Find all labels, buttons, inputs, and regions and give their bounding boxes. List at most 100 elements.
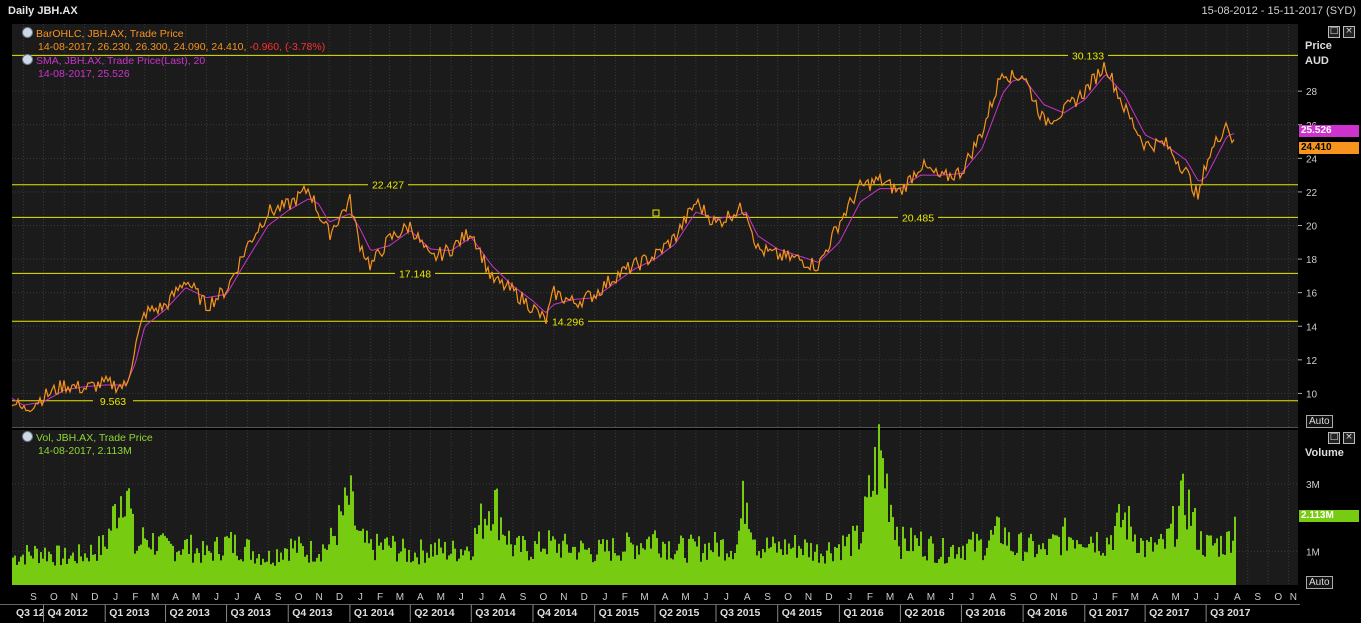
month-tick-label: S (1010, 592, 1017, 603)
price-auto-button[interactable]: Auto (1306, 415, 1333, 428)
month-tick-label: J (459, 592, 464, 603)
month-tick-label: J (113, 592, 118, 603)
month-tick-label: S (30, 592, 37, 603)
month-tick-label: J (214, 592, 219, 603)
month-tick-label: J (234, 592, 239, 603)
month-tick-label: M (192, 592, 200, 603)
month-tick-label: M (1131, 592, 1139, 603)
price-level-label[interactable]: 17.148 (399, 268, 431, 280)
price-tick-label: 28 (1306, 87, 1318, 98)
volume-tick-label: 3M (1306, 480, 1320, 491)
circle-icon[interactable] (22, 54, 33, 65)
quarter-label: Q2 2017 (1149, 607, 1189, 619)
circle-icon[interactable] (22, 27, 33, 38)
price-tick-label: 16 (1306, 289, 1318, 300)
circle-icon[interactable] (22, 431, 33, 442)
month-tick-label: O (1274, 592, 1282, 603)
legend-volume-name: Vol, JBH.AX, Trade Price (36, 432, 153, 444)
month-tick-label: D (581, 592, 588, 603)
price-tick-label: 20 (1306, 222, 1318, 233)
month-tick-label: M (396, 592, 404, 603)
legend-ohlc-name: BarOHLC, JBH.AX, Trade Price (36, 28, 184, 40)
price-level-label[interactable]: 22.427 (372, 180, 404, 192)
quarter-label: Q1 2013 (109, 607, 149, 619)
price-level-label[interactable]: 14.296 (552, 316, 584, 328)
quarter-label: Q4 2012 (48, 607, 88, 619)
month-tick-label: A (172, 592, 179, 603)
quarter-label: Q2 2015 (659, 607, 699, 619)
month-tick-label: A (1152, 592, 1159, 603)
month-tick-label: D (1071, 592, 1078, 603)
sma-last-tag: 25.526 (1299, 125, 1359, 137)
month-tick-label: M (681, 592, 689, 603)
price-tick-label: 24 (1306, 154, 1318, 165)
quarter-label: Q2 2016 (904, 607, 944, 619)
month-tick-label: N (805, 592, 812, 603)
month-tick-label: O (50, 592, 58, 603)
legend-volume-values: 14-08-2017, 2.113M (38, 445, 132, 457)
month-tick-label: S (275, 592, 282, 603)
month-tick-label: F (1112, 592, 1118, 603)
month-tick-label: A (254, 592, 261, 603)
month-tick-label: J (1093, 592, 1098, 603)
month-tick-label: A (989, 592, 996, 603)
quarter-label: Q1 2017 (1089, 607, 1129, 619)
month-tick-label: N (560, 592, 567, 603)
quarter-label: Q3 12 (16, 607, 45, 619)
month-tick-label: D (336, 592, 343, 603)
month-tick-label: F (867, 592, 873, 603)
month-tick-label: A (662, 592, 669, 603)
month-tick-label: M (151, 592, 159, 603)
month-tick-label: A (499, 592, 506, 603)
month-tick-label: J (1194, 592, 1199, 603)
month-tick-label: J (479, 592, 484, 603)
month-tick-label: A (417, 592, 424, 603)
month-tick-label: A (744, 592, 751, 603)
month-tick-label: M (927, 592, 935, 603)
month-tick-label: F (132, 592, 138, 603)
month-tick-label: A (907, 592, 914, 603)
volume-last-tag: 2.113M (1299, 510, 1359, 522)
month-tick-label: F (377, 592, 383, 603)
month-tick-label: D (91, 592, 98, 603)
close-icon[interactable]: × (1343, 432, 1355, 444)
price-level-label[interactable]: 20.485 (902, 212, 934, 224)
month-tick-label: N (1050, 592, 1057, 603)
price-level-label[interactable]: 9.563 (100, 396, 126, 408)
price-axis-title: Price (1305, 40, 1332, 52)
price-tick-label: 10 (1306, 389, 1318, 400)
close-last-tag: 24.410 (1299, 142, 1359, 154)
quarter-label: Q4 2015 (782, 607, 822, 619)
month-tick-label: S (764, 592, 771, 603)
month-tick-label: J (603, 592, 608, 603)
restore-icon[interactable]: □ (1328, 26, 1340, 38)
month-tick-label: N (71, 592, 78, 603)
time-axis: SONDJFMAMJJASONDJFMAMJJASONDJFMAMJJASOND… (0, 592, 1300, 622)
quarter-label: Q3 2015 (720, 607, 760, 619)
price-level-label[interactable]: 30.133 (1072, 50, 1104, 62)
month-tick-label: J (703, 592, 708, 603)
month-tick-label: J (969, 592, 974, 603)
month-tick-label: M (437, 592, 445, 603)
restore-icon[interactable]: □ (1328, 432, 1340, 444)
month-tick-label: M (886, 592, 894, 603)
quarter-label: Q3 2013 (231, 607, 271, 619)
close-icon[interactable]: × (1343, 26, 1355, 38)
legend-ohlc-change: -0.960, (-3.78%) (249, 41, 326, 53)
month-tick-label: S (1254, 592, 1261, 603)
month-tick-label: O (1030, 592, 1038, 603)
quarter-label: Q3 2014 (475, 607, 515, 619)
price-tick-label: 18 (1306, 255, 1318, 266)
chart-canvas: 9.563 14.296 17.148 20.485 22.427 30.133 10 12… (0, 24, 1320, 622)
chart-window: Daily JBH.AX 15-08-2012 - 15-11-2017 (SY… (0, 0, 1361, 623)
month-tick-label: J (724, 592, 729, 603)
price-tick-label: 12 (1306, 356, 1318, 367)
volume-auto-button[interactable]: Auto (1306, 576, 1333, 589)
month-tick-label: J (1214, 592, 1219, 603)
month-tick-label: M (1171, 592, 1179, 603)
legend-ohlc-values: 14-08-2017, 26.230, 26.300, 24.090, 24.4… (38, 41, 250, 53)
quarter-label: Q3 2017 (1210, 607, 1250, 619)
volume-tick-label: 1M (1306, 547, 1320, 558)
quarter-label: Q3 2016 (965, 607, 1005, 619)
month-tick-label: J (847, 592, 852, 603)
